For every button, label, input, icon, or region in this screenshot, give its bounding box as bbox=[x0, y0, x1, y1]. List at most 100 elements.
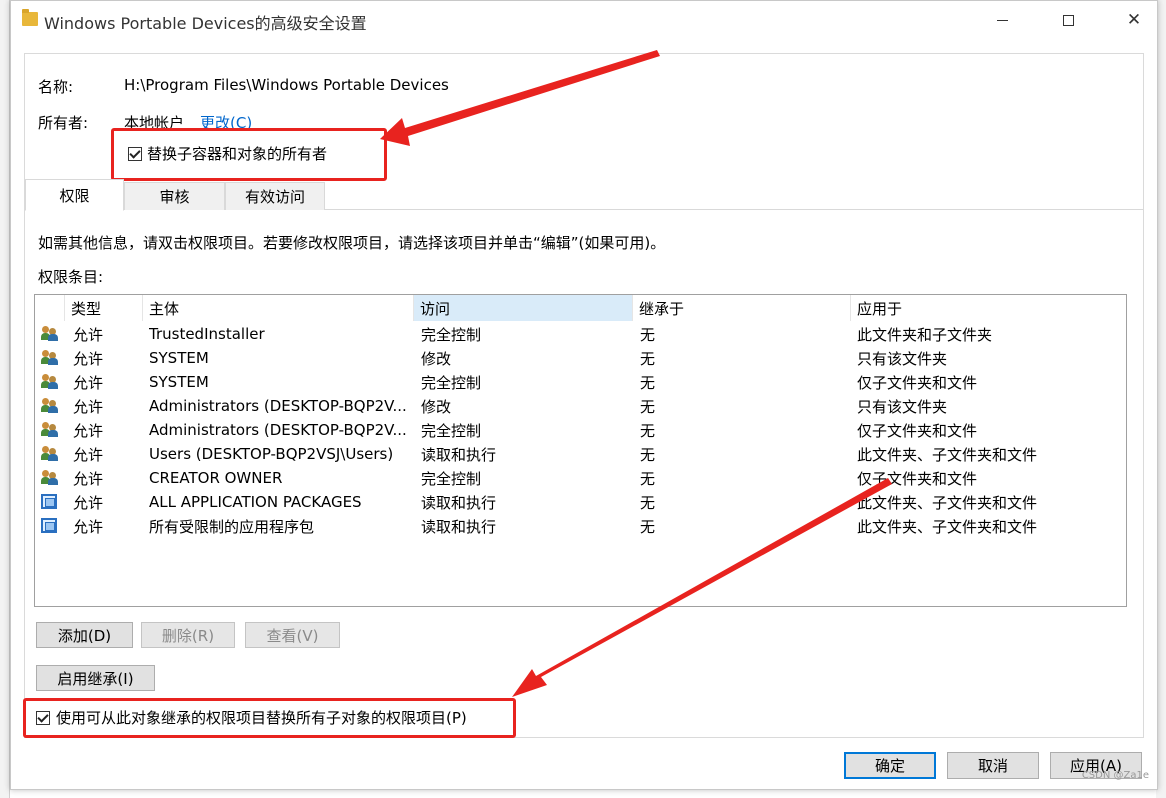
header-inherited-from[interactable]: 继承于 bbox=[633, 295, 851, 321]
cell-applies-to: 此文件夹、子文件夹和文件 bbox=[857, 493, 1038, 512]
advanced-security-dialog: Windows Portable Devices的高级安全设置 ✕ 名称: H:… bbox=[10, 0, 1158, 790]
ok-button[interactable]: 确定 bbox=[844, 752, 936, 779]
cell-access: 完全控制 bbox=[421, 421, 482, 440]
table-row[interactable]: 允许 所有受限制的应用程序包 读取和执行 无 此文件夹、子文件夹和文件 bbox=[35, 514, 1126, 538]
permissions-hint: 如需其他信息，请双击权限项目。若要修改权限项目，请选择该项目并单击“编辑”(如果… bbox=[38, 234, 666, 252]
settings-panel: 名称: H:\Program Files\Windows Portable De… bbox=[24, 53, 1144, 738]
cell-applies-to: 仅子文件夹和文件 bbox=[857, 469, 978, 488]
header-icon-column bbox=[35, 295, 65, 321]
cell-access: 完全控制 bbox=[421, 325, 482, 344]
minimize-button[interactable] bbox=[979, 1, 1025, 39]
change-owner-link[interactable]: 更改(C) bbox=[200, 112, 252, 133]
table-row[interactable]: 允许 Administrators (DESKTOP-BQP2V... 修改 无 只有该… bbox=[35, 394, 1126, 418]
table-row[interactable]: 允许 TrustedInstaller 完全控制 无 此文件夹和子文件夹 bbox=[35, 322, 1126, 346]
cell-inherited-from: 无 bbox=[640, 469, 656, 488]
table-row[interactable]: 允许 CREATOR OWNER 完全控制 无 仅子文件夹和文件 bbox=[35, 466, 1126, 490]
close-icon: ✕ bbox=[1126, 10, 1142, 30]
cell-type: 允许 bbox=[73, 445, 104, 464]
cell-inherited-from: 无 bbox=[640, 445, 656, 464]
cell-applies-to: 仅子文件夹和文件 bbox=[857, 421, 978, 440]
cell-applies-to: 此文件夹和子文件夹 bbox=[857, 325, 993, 344]
cell-type: 允许 bbox=[73, 469, 104, 488]
tab-effective-access-label: 有效访问 bbox=[244, 188, 305, 206]
watermark: CSDN @Za1e bbox=[1081, 770, 1149, 781]
cell-type: 允许 bbox=[73, 493, 104, 512]
cell-type: 允许 bbox=[73, 397, 104, 416]
header-access[interactable]: 访问 bbox=[414, 295, 633, 321]
cell-inherited-from: 无 bbox=[640, 373, 656, 392]
package-icon bbox=[41, 494, 57, 509]
add-button[interactable]: 添加(D) bbox=[36, 622, 133, 648]
cell-inherited-from: 无 bbox=[640, 325, 656, 344]
close-button[interactable]: ✕ bbox=[1111, 1, 1157, 39]
cancel-button[interactable]: 取消 bbox=[947, 752, 1039, 779]
cell-applies-to: 此文件夹、子文件夹和文件 bbox=[857, 517, 1038, 536]
cell-type: 允许 bbox=[73, 325, 104, 344]
view-button[interactable]: 查看(V) bbox=[245, 622, 340, 648]
cell-access: 读取和执行 bbox=[421, 445, 497, 464]
cell-inherited-from: 无 bbox=[640, 517, 656, 536]
users-icon bbox=[41, 470, 58, 485]
cell-inherited-from: 无 bbox=[640, 397, 656, 416]
replace-child-permissions-label[interactable]: 使用可从此对象继承的权限项目替换所有子对象的权限项目(P) bbox=[56, 707, 467, 728]
enable-inheritance-button[interactable]: 启用继承(I) bbox=[36, 665, 155, 691]
table-row[interactable]: 允许 SYSTEM 完全控制 无 仅子文件夹和文件 bbox=[35, 370, 1126, 394]
tab-auditing[interactable]: 审核 bbox=[124, 182, 225, 210]
cell-access: 修改 bbox=[421, 349, 452, 368]
cell-applies-to: 只有该文件夹 bbox=[857, 397, 948, 416]
maximize-button[interactable] bbox=[1045, 1, 1091, 39]
cell-access: 完全控制 bbox=[421, 373, 482, 392]
users-icon bbox=[41, 446, 58, 461]
users-icon bbox=[41, 374, 58, 389]
tab-auditing-label: 审核 bbox=[159, 188, 190, 206]
replace-owner-label[interactable]: 替换子容器和对象的所有者 bbox=[147, 143, 327, 164]
package-icon bbox=[41, 518, 57, 533]
cell-principal: Administrators (DESKTOP-BQP2V... bbox=[149, 397, 407, 415]
minimize-icon bbox=[996, 19, 1008, 21]
header-principal[interactable]: 主体 bbox=[143, 295, 414, 321]
folder-icon bbox=[22, 9, 38, 26]
cell-inherited-from: 无 bbox=[640, 349, 656, 368]
cell-inherited-from: 无 bbox=[640, 421, 656, 440]
cell-type: 允许 bbox=[73, 373, 104, 392]
cell-type: 允许 bbox=[73, 517, 104, 536]
name-label: 名称: bbox=[38, 78, 74, 96]
cell-principal: SYSTEM bbox=[149, 349, 209, 367]
cell-access: 完全控制 bbox=[421, 469, 482, 488]
table-row[interactable]: 允许 Administrators (DESKTOP-BQP2V... 完全控制 无 仅… bbox=[35, 418, 1126, 442]
cell-inherited-from: 无 bbox=[640, 493, 656, 512]
replace-owner-checkbox[interactable] bbox=[128, 147, 142, 161]
cell-principal: TrustedInstaller bbox=[149, 325, 265, 343]
window-title: Windows Portable Devices的高级安全设置 bbox=[44, 14, 367, 33]
tab-permissions[interactable]: 权限 bbox=[25, 179, 124, 211]
cell-type: 允许 bbox=[73, 421, 104, 440]
permission-entries-label: 权限条目: bbox=[38, 268, 104, 286]
header-applies-to[interactable]: 应用于 bbox=[851, 295, 1126, 321]
table-row[interactable]: 允许 SYSTEM 修改 无 只有该文件夹 bbox=[35, 346, 1126, 370]
cell-principal: Users (DESKTOP-BQP2VSJ\Users) bbox=[149, 445, 394, 463]
table-header: 类型 主体 访问 继承于 应用于 bbox=[35, 295, 1126, 321]
cell-principal: ALL APPLICATION PACKAGES bbox=[149, 493, 362, 511]
remove-button[interactable]: 删除(R) bbox=[141, 622, 235, 648]
cell-applies-to: 此文件夹、子文件夹和文件 bbox=[857, 445, 1038, 464]
owner-label: 所有者: bbox=[38, 114, 89, 132]
users-icon bbox=[41, 326, 58, 341]
owner-value: 本地帐户 bbox=[124, 114, 185, 132]
cell-type: 允许 bbox=[73, 349, 104, 368]
cell-applies-to: 仅子文件夹和文件 bbox=[857, 373, 978, 392]
cell-applies-to: 只有该文件夹 bbox=[857, 349, 948, 368]
users-icon bbox=[41, 350, 58, 365]
cell-principal: CREATOR OWNER bbox=[149, 469, 283, 487]
tab-effective-access[interactable]: 有效访问 bbox=[225, 182, 325, 210]
table-row[interactable]: 允许 ALL APPLICATION PACKAGES 读取和执行 无 此文件夹、子文件… bbox=[35, 490, 1126, 514]
tab-permissions-label: 权限 bbox=[59, 186, 90, 205]
name-value: H:\Program Files\Windows Portable Device… bbox=[124, 76, 449, 94]
header-type[interactable]: 类型 bbox=[65, 295, 143, 321]
background-explorer-strip bbox=[0, 0, 10, 798]
table-row[interactable]: 允许 Users (DESKTOP-BQP2VSJ\Users) 读取和执行 无 此文件… bbox=[35, 442, 1126, 466]
permission-entries-table[interactable]: 类型 主体 访问 继承于 应用于 允许 TrustedInstaller 完全控制无… bbox=[34, 294, 1127, 607]
replace-child-permissions-checkbox[interactable] bbox=[36, 711, 50, 725]
cell-principal: Administrators (DESKTOP-BQP2V... bbox=[149, 421, 407, 439]
cell-access: 读取和执行 bbox=[421, 493, 497, 512]
users-icon bbox=[41, 398, 58, 413]
